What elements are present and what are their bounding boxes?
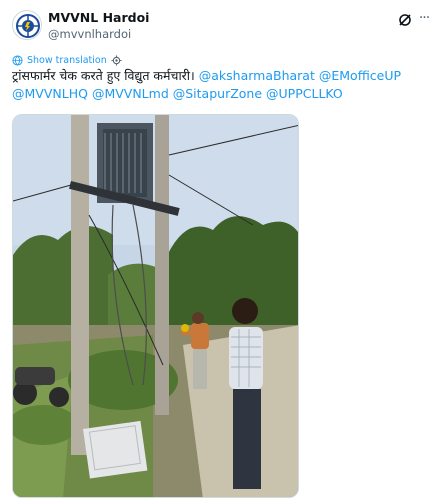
gear-icon[interactable] [111, 54, 122, 66]
mention-link[interactable]: @aksharmaBharat [199, 68, 315, 83]
show-translation-label[interactable]: Show translation [27, 55, 107, 66]
post-photo[interactable] [12, 114, 299, 498]
transformer-photo [13, 115, 298, 497]
post-body: ट्रांसफार्मर चेक करते हुए विद्युत कर्मचा… [12, 68, 195, 83]
post-header: MVVNL Hardoi @mvvnlhardoi ··· [12, 10, 431, 44]
mention-link[interactable]: @UPPCLLKO [266, 86, 343, 101]
mention-link[interactable]: @MVVNLmd [92, 86, 169, 101]
show-translation[interactable]: Show translation [12, 53, 122, 67]
author-name[interactable]: MVVNL Hardoi [48, 10, 149, 26]
grok-icon[interactable] [397, 12, 413, 28]
globe-icon [12, 54, 23, 66]
author-handle[interactable]: @mvvnlhardoi [48, 26, 149, 42]
mention-link[interactable]: @SitapurZone [173, 86, 262, 101]
mention-link[interactable]: @MVVNLHQ [12, 86, 88, 101]
mention-link[interactable]: @EMofficeUP [319, 68, 401, 83]
mvvnl-logo-icon [14, 12, 41, 39]
avatar[interactable] [12, 10, 42, 40]
post-text: ट्रांसफार्मर चेक करते हुए विद्युत कर्मचा… [12, 67, 432, 103]
more-dots-icon[interactable]: ··· [417, 10, 431, 30]
